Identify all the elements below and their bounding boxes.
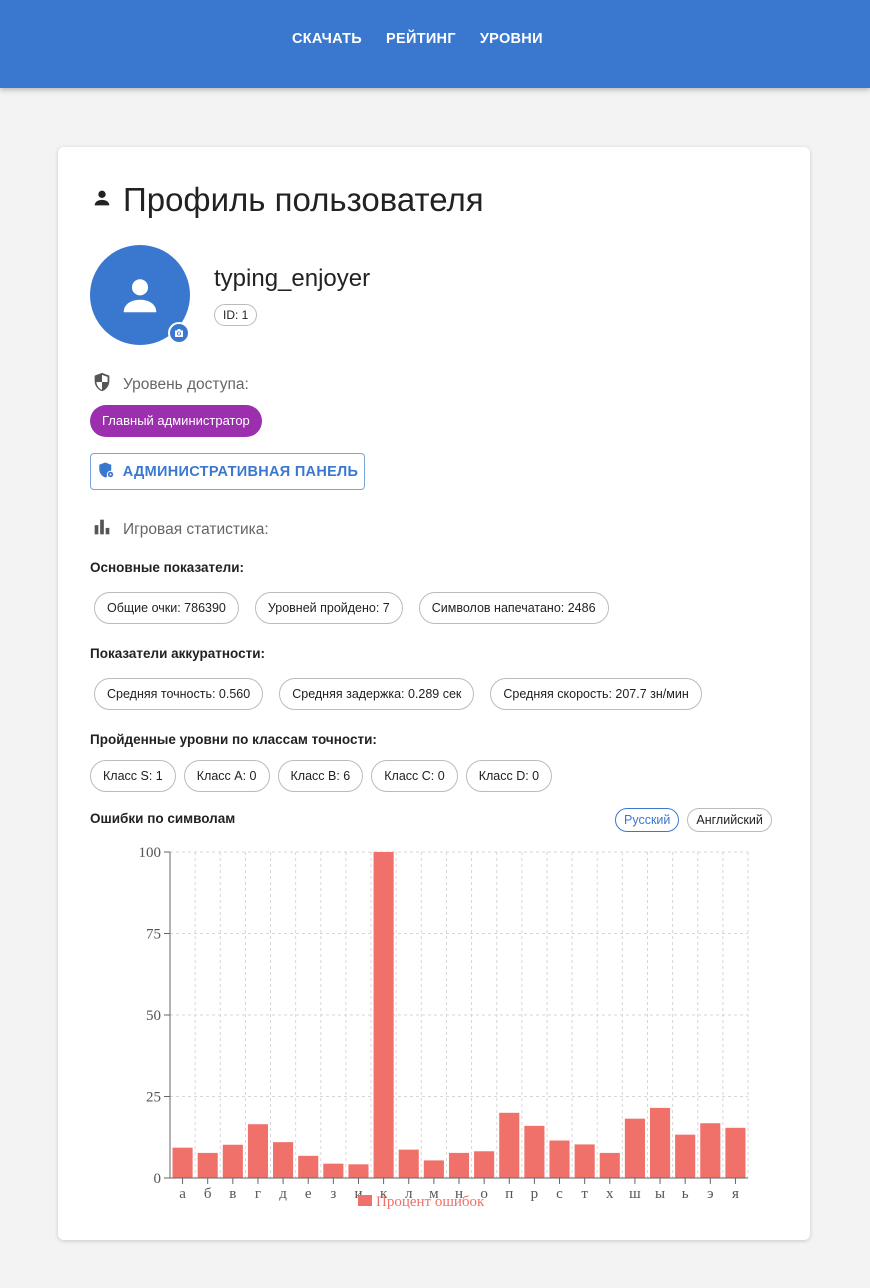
game-stats-label: Игровая статистика: bbox=[91, 516, 269, 543]
classes-chips: Класс S: 1 Класс A: 0 Класс B: 6 Класс C… bbox=[90, 760, 553, 792]
profile-card: Профиль пользователя typing_enjoyer ID: … bbox=[58, 147, 810, 1240]
bar bbox=[499, 1112, 520, 1178]
accuracy-stats-title: Показатели аккуратности: bbox=[90, 646, 266, 661]
user-id-chip: ID: 1 bbox=[214, 304, 258, 326]
avg-speed-chip: Средняя скорость: 207.7 зн/мин bbox=[490, 678, 702, 710]
avg-delay-chip: Средняя задержка: 0.289 сек bbox=[279, 678, 475, 710]
class-b-chip: Класс B: 6 bbox=[277, 760, 364, 792]
legend-swatch bbox=[358, 1195, 372, 1206]
bar bbox=[222, 1144, 243, 1178]
language-toggle: Русский Английский bbox=[615, 808, 772, 832]
admin-shield-icon bbox=[97, 461, 115, 483]
y-tick-label: 0 bbox=[154, 1171, 162, 1187]
username: typing_enjoyer bbox=[214, 265, 371, 292]
x-tick-label: ы bbox=[655, 1186, 665, 1202]
x-tick-label: т bbox=[581, 1186, 588, 1202]
bar bbox=[373, 852, 394, 1178]
total-score-chip: Общие очки: 786390 bbox=[94, 592, 239, 624]
x-tick-label: е bbox=[305, 1186, 312, 1202]
class-d-chip: Класс D: 0 bbox=[465, 760, 553, 792]
bar bbox=[649, 1107, 671, 1178]
bar-chart-icon bbox=[91, 516, 113, 543]
main-stats-chips: Общие очки: 786390 Уровней пройдено: 7 С… bbox=[94, 592, 609, 624]
nav-rating[interactable]: РЕЙТИНГ bbox=[386, 31, 456, 47]
bar bbox=[348, 1164, 369, 1178]
bar bbox=[197, 1152, 218, 1178]
x-tick-label: с bbox=[556, 1186, 563, 1202]
x-tick-label: б bbox=[204, 1186, 212, 1202]
bar bbox=[725, 1127, 746, 1178]
bar bbox=[323, 1163, 344, 1178]
change-avatar-button[interactable] bbox=[168, 322, 190, 344]
top-app-bar: СКАЧАТЬ РЕЙТИНГ УРОВНИ bbox=[0, 0, 870, 88]
y-tick-label: 100 bbox=[139, 845, 162, 861]
x-tick-label: ь bbox=[682, 1186, 689, 1202]
lang-russian-button[interactable]: Русский bbox=[615, 808, 680, 832]
role-badge: Главный администратор bbox=[90, 405, 262, 437]
nav-levels[interactable]: УРОВНИ bbox=[480, 31, 543, 47]
class-c-chip: Класс C: 0 bbox=[371, 760, 458, 792]
page-title-row: Профиль пользователя bbox=[91, 181, 484, 219]
char-errors-title: Ошибки по символам bbox=[90, 811, 236, 826]
x-tick-label: ш bbox=[629, 1186, 641, 1202]
x-tick-label: г bbox=[255, 1186, 261, 1202]
bar bbox=[675, 1134, 696, 1178]
person-icon bbox=[123, 279, 157, 313]
lang-english-button[interactable]: Английский bbox=[687, 808, 772, 832]
x-tick-label: в bbox=[229, 1186, 236, 1202]
page-title: Профиль пользователя bbox=[123, 181, 484, 218]
bar bbox=[549, 1140, 570, 1178]
bar bbox=[474, 1151, 495, 1178]
x-tick-label: а bbox=[179, 1186, 186, 1202]
main-stats-title: Основные показатели: bbox=[90, 560, 245, 575]
bar bbox=[398, 1149, 419, 1178]
accuracy-stats-chips: Средняя точность: 0.560 Средняя задержка… bbox=[94, 678, 702, 710]
main-nav: СКАЧАТЬ РЕЙТИНГ УРОВНИ bbox=[292, 31, 543, 47]
y-tick-label: 50 bbox=[146, 1008, 161, 1024]
shield-icon bbox=[91, 371, 113, 398]
access-level-label: Уровень доступа: bbox=[91, 371, 249, 398]
x-tick-label: р bbox=[531, 1186, 539, 1202]
bar bbox=[624, 1118, 645, 1178]
avg-accuracy-chip: Средняя точность: 0.560 bbox=[94, 678, 264, 710]
y-tick-label: 25 bbox=[146, 1090, 161, 1106]
bar bbox=[574, 1144, 595, 1178]
x-tick-label: д bbox=[279, 1186, 287, 1202]
y-tick-label: 75 bbox=[146, 927, 161, 943]
x-tick-label: я bbox=[732, 1186, 739, 1202]
bar bbox=[273, 1142, 294, 1178]
admin-panel-label: АДМИНИСТРАТИВНАЯ ПАНЕЛЬ bbox=[122, 463, 359, 480]
bar bbox=[700, 1123, 721, 1178]
x-tick-label: э bbox=[707, 1186, 713, 1202]
char-errors-chart-svg: 0255075100а б в г д е з и к л м н о п р с т х ш ы ь э яПроцент… bbox=[139, 845, 749, 1210]
x-tick-label: з bbox=[330, 1186, 336, 1202]
nav-download[interactable]: СКАЧАТЬ bbox=[292, 31, 362, 47]
char-errors-chart: 0 25 50 75 100 а б в г д е з и к л м н о п р с т х ш ы ь э я Процент… bbox=[118, 837, 758, 1227]
bar bbox=[172, 1147, 193, 1178]
person-icon bbox=[91, 187, 113, 214]
class-a-chip: Класс A: 0 bbox=[183, 760, 270, 792]
admin-panel-button[interactable]: АДМИНИСТРАТИВНАЯ ПАНЕЛЬ bbox=[90, 453, 365, 490]
bar bbox=[599, 1152, 620, 1178]
levels-passed-chip: Уровней пройдено: 7 bbox=[254, 592, 403, 624]
bar bbox=[247, 1124, 269, 1178]
x-tick-label: п bbox=[505, 1186, 513, 1202]
classes-title: Пройденные уровни по классам точности: bbox=[90, 732, 377, 747]
chars-typed-chip: Символов напечатано: 2486 bbox=[418, 592, 609, 624]
class-s-chip: Класс S: 1 bbox=[90, 760, 176, 792]
legend-label: Процент ошибок bbox=[376, 1194, 485, 1210]
bar bbox=[524, 1125, 545, 1178]
x-tick-label: х bbox=[606, 1186, 614, 1202]
bar bbox=[423, 1160, 444, 1178]
bar bbox=[448, 1152, 470, 1178]
camera-icon bbox=[175, 329, 183, 337]
bar bbox=[298, 1155, 319, 1178]
